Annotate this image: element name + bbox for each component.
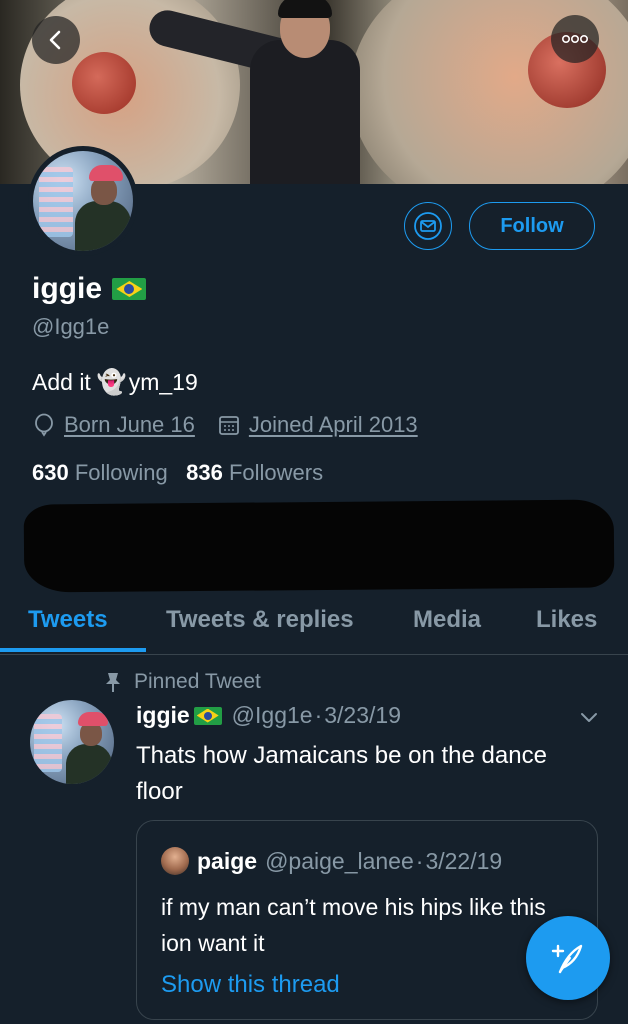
following-label: Following [74, 460, 168, 485]
tweet-date[interactable]: 3/23/19 [324, 702, 401, 729]
birthday-link[interactable]: Born June 16 [64, 412, 195, 438]
avatar [33, 151, 133, 251]
envelope-icon [414, 212, 442, 240]
quoted-tweet-card[interactable]: paige @paige_lanee · 3/22/19 if my man c… [136, 820, 598, 1020]
tab-likes[interactable]: Likes [536, 606, 597, 634]
profile-name-text: iggie [32, 272, 103, 305]
brazil-flag-icon [193, 706, 222, 725]
tweet-separator: · [314, 702, 323, 728]
tweet-header: iggie @Igg1e · 3/23/19 [136, 702, 401, 729]
back-button[interactable] [32, 16, 80, 64]
banner-detail-left [72, 52, 136, 114]
quoted-author-avatar [161, 847, 189, 875]
pinned-label-text: Pinned Tweet [134, 670, 261, 693]
profile-handle: @Igg1e [32, 314, 110, 339]
tweet-author-avatar[interactable] [30, 700, 114, 784]
followers-count: 836 [186, 460, 223, 485]
quoted-tweet-text: if my man can’t move his hips like this … [161, 894, 546, 956]
message-button[interactable] [404, 202, 452, 250]
compose-tweet-button[interactable] [526, 916, 610, 1000]
profile-avatar[interactable] [28, 146, 138, 256]
following-count: 630 [32, 460, 69, 485]
compose-feather-icon [551, 944, 583, 974]
banner-person [145, 0, 365, 184]
tweet-text: Thats how Jamaicans be on the dance floo… [136, 742, 547, 805]
pinned-label: Pinned Tweet [104, 670, 261, 694]
brazil-flag-icon [112, 278, 147, 300]
quoted-tweet-header: paige @paige_lanee · 3/22/19 [161, 847, 502, 875]
followers-label: Followers [228, 460, 324, 485]
active-tab-indicator [0, 648, 146, 652]
follow-button[interactable]: Follow [469, 202, 595, 250]
tab-tweets-replies[interactable]: Tweets & replies [166, 606, 354, 634]
profile-meta: Born June 16 Joined April 2013 [32, 412, 418, 438]
joined-date-link[interactable]: Joined April 2013 [249, 412, 418, 438]
following-stat[interactable]: 630 Following [32, 460, 168, 485]
profile-tabs: Tweets Tweets & replies Media Likes [0, 592, 628, 655]
quoted-author-name: paige [197, 847, 258, 874]
followers-stat[interactable]: 836 Followers [186, 460, 323, 485]
chevron-down-icon[interactable] [578, 706, 600, 728]
ellipsis-icon [561, 34, 588, 44]
calendar-icon [218, 416, 239, 435]
balloon-icon [35, 413, 53, 437]
tweet-author-name[interactable]: iggie [136, 702, 190, 729]
tab-media[interactable]: Media [413, 606, 481, 634]
tab-tweets[interactable]: Tweets [28, 606, 108, 634]
pin-icon [106, 673, 120, 692]
bio-text-prefix: Add it [32, 369, 91, 395]
chevron-left-icon [49, 30, 61, 50]
follow-stats: 630 Following 836 Followers [32, 460, 323, 486]
show-thread-link[interactable]: Show this thread [161, 971, 340, 999]
tweet-author-handle[interactable]: @Igg1e [232, 702, 313, 729]
quoted-author-handle: @paige_lanee [265, 847, 414, 874]
quoted-separator: · [415, 847, 424, 874]
quoted-date: 3/22/19 [425, 847, 503, 874]
redaction-scribble [23, 499, 615, 593]
bio-text-suffix: ym_19 [128, 369, 198, 395]
more-options-button[interactable] [551, 15, 599, 63]
profile-name: iggie [32, 272, 147, 306]
profile-bio: Add it 👻 ym_19 [32, 368, 198, 397]
ghost-emoji-icon: 👻 [96, 369, 127, 396]
